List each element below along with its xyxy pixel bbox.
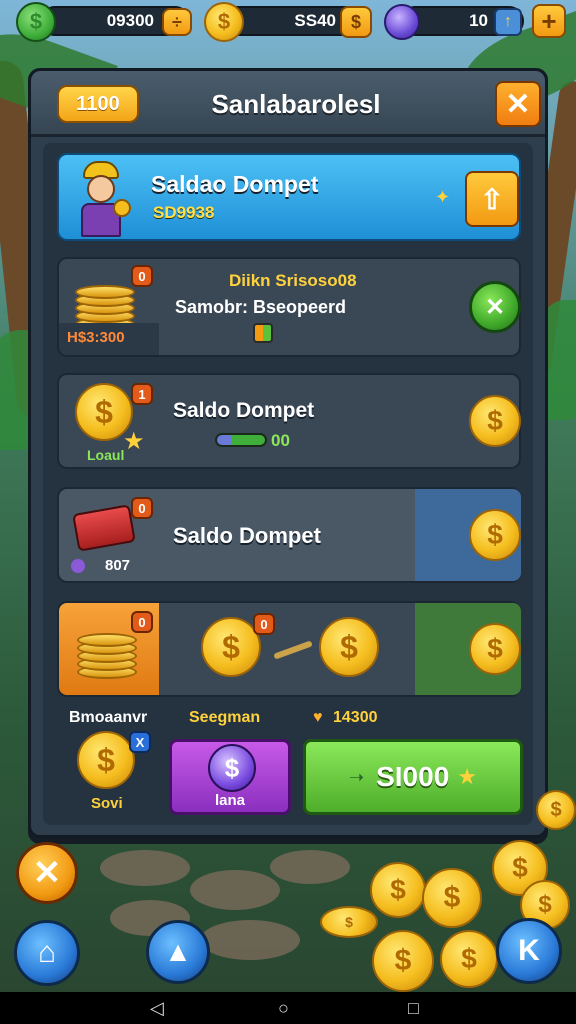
label-right-value: 14300 [333, 709, 378, 726]
dollar-coin-icon: $ [204, 2, 244, 42]
offer-row-4: 0 $ 0 $ $ [57, 601, 521, 697]
small-coin-button[interactable]: $ [77, 731, 135, 789]
row3-tag: 0 [131, 497, 153, 519]
star-icon: ★ [457, 764, 477, 789]
system-nav-bar: ◁ ○ □ [0, 992, 576, 1024]
star-icon: ★ [123, 428, 145, 455]
level-badge: 1100 [57, 85, 139, 123]
back-icon[interactable]: ◁ [150, 998, 164, 1019]
key-icon [273, 640, 313, 660]
row2-tag: 1 [131, 383, 153, 405]
arrow-up-icon: ⇧ [480, 183, 504, 215]
gem-purchase-button[interactable]: $ lana [169, 739, 291, 815]
wallet-panel: 1100 Sanlabarolesl ✕ Saldao Dompet SD993… [28, 68, 548, 838]
buy-button-label: SI000 [376, 761, 450, 792]
panel-content: Saldao Dompet SD9938 ✦ ⇧ 0 H$3:300 Diikn… [43, 143, 533, 825]
row1-line1: Diikn Srisoso08 [229, 271, 357, 290]
inventory-button[interactable]: ▲ [146, 920, 210, 984]
home-circle-icon[interactable]: ○ [278, 998, 289, 1019]
collect-coin-button[interactable]: $ [469, 395, 521, 447]
battery-icon [253, 323, 273, 343]
dollar-coin-icon: $ [16, 2, 56, 42]
close-icon: ✕ [484, 293, 506, 321]
dollar-coin-icon: $ [201, 617, 261, 677]
buy-button[interactable]: ➝ SI000 ★ [303, 739, 523, 815]
row4-tag-1: 0 [131, 611, 153, 633]
arrow-icon: ➝ [349, 766, 365, 787]
row2-title: Saldo Dompet [173, 399, 315, 422]
close-button[interactable]: ✕ [16, 842, 78, 904]
shop-icon: K [518, 934, 540, 967]
treasure-box-icon [72, 504, 136, 552]
row2-label: Loaul [87, 447, 125, 463]
row4-tag-2: 0 [253, 613, 275, 635]
offer-row-3: 0 807 Saldo Dompet $ [57, 487, 521, 583]
collect-coin-button[interactable]: $ [469, 509, 521, 561]
currency-cash-value: SS40 [294, 11, 336, 30]
gem-icon [71, 559, 85, 573]
cash-add-button[interactable]: $ [340, 6, 372, 38]
wallet-balance-row: Saldao Dompet SD9938 ✦ ⇧ [57, 153, 521, 241]
hero-title: Saldao Dompet [151, 171, 319, 197]
offer-row-2: $ 1 ★ Loaul Saldo Dompet 00 $ [57, 373, 521, 469]
close-icon: ✕ [505, 87, 531, 121]
row3-title: Saldo Dompet [173, 523, 321, 548]
recents-icon[interactable]: □ [408, 998, 419, 1019]
confirm-button[interactable]: ✕ [469, 281, 521, 333]
upgrade-button[interactable]: ⇧ [465, 171, 519, 227]
gem-icon: $ [208, 744, 256, 792]
currency-coins-value: 09300 [106, 11, 154, 30]
row1-line2: Samobr: Bseopeerd [175, 297, 347, 317]
row2-amount: 00 [271, 431, 290, 450]
gem-icon [384, 4, 420, 40]
label-middle: Seegman [189, 709, 261, 726]
row1-price: H$3:300 [67, 329, 125, 346]
coin-label: Sovi [91, 795, 123, 812]
coins-exchange-button[interactable]: ÷ [162, 8, 192, 36]
home-icon: ⌂ [37, 936, 57, 969]
row3-amount: 807 [105, 557, 131, 574]
panel-header: 1100 Sanlabarolesl ✕ [31, 71, 545, 137]
progress-icon [215, 433, 267, 447]
add-currency-button[interactable]: + [532, 4, 566, 38]
gem-label: lana [214, 792, 245, 809]
gems-boost-button[interactable]: ↑ [494, 8, 522, 36]
close-panel-button[interactable]: ✕ [495, 81, 541, 127]
panel-title: Sanlabarolesl [211, 89, 381, 119]
currency-bar: 09300 $ ÷ SS40 $ $ 10 ↑ + [0, 0, 576, 44]
label-left: Bmoaanvr [69, 709, 148, 726]
currency-gems-value: 10 [469, 11, 488, 30]
offer-row-1: 0 H$3:300 Diikn Srisoso08 Samobr: Bseope… [57, 257, 521, 357]
dollar-coin-icon: $ [319, 617, 379, 677]
home-button[interactable]: ⌂ [14, 920, 80, 986]
sparkle-icon: ✦ [435, 187, 451, 207]
heart-icon: ♥ [313, 709, 323, 726]
character-avatar [69, 159, 133, 239]
close-icon: ✕ [32, 854, 62, 892]
shop-button[interactable]: K [496, 918, 562, 984]
row1-tag: 0 [131, 265, 153, 287]
collect-coin-button[interactable]: $ [469, 623, 521, 675]
hero-amount: SD9938 [153, 203, 215, 222]
bag-icon: ▲ [164, 936, 192, 967]
coin-tag: X [129, 731, 151, 753]
